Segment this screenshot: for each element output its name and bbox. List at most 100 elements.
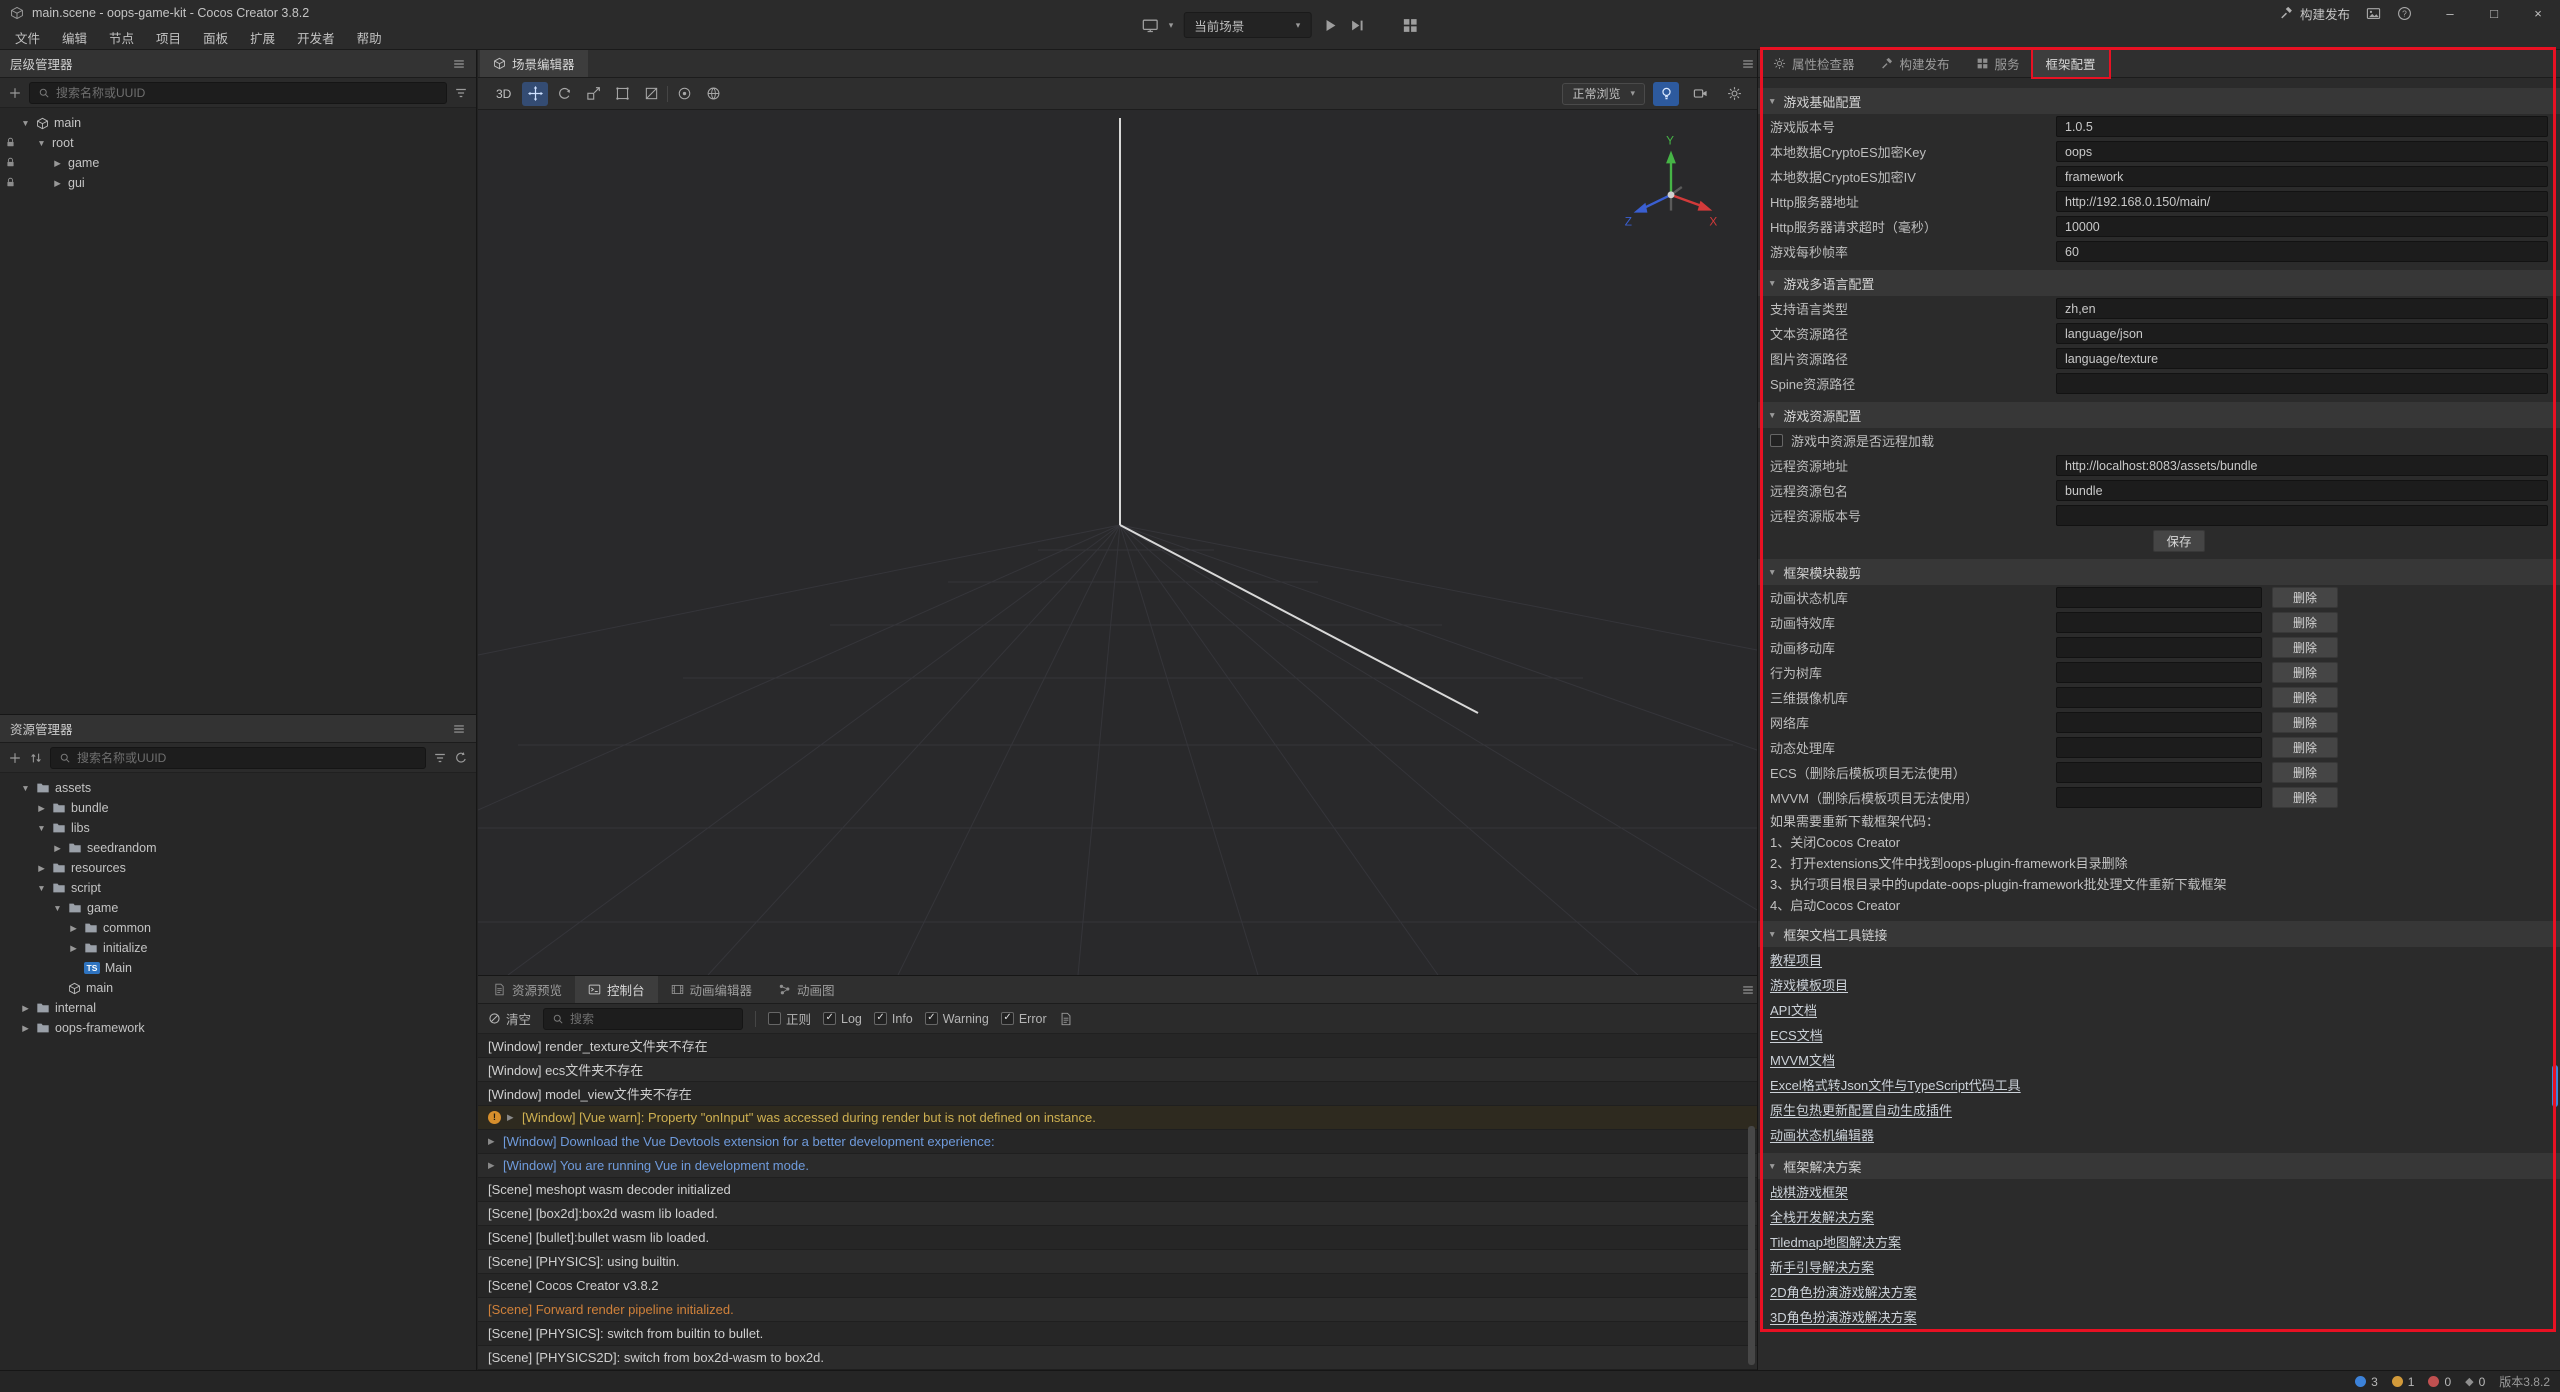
scene-settings-button[interactable] (1721, 82, 1747, 106)
hierarchy-search-input[interactable] (56, 86, 438, 100)
doc-link[interactable]: MVVM文档 (1770, 1050, 1835, 1069)
tab-build[interactable]: 构建发布 (1868, 50, 1963, 77)
property-input[interactable] (2056, 455, 2548, 476)
tree-item-root[interactable]: ▼root (0, 133, 476, 153)
expand-arrow[interactable]: ▶ (68, 923, 79, 934)
status-count-warning[interactable]: 1 (2392, 1375, 2415, 1389)
console-search[interactable] (543, 1008, 743, 1030)
scene-selector[interactable]: 当前场景 ▾ (1183, 12, 1311, 38)
tree-item-main[interactable]: main (0, 978, 476, 998)
menu-project[interactable]: 项目 (145, 26, 192, 49)
expand-arrow[interactable]: ▶ (488, 1160, 497, 1171)
device-caret-icon[interactable]: ▾ (1169, 20, 1174, 31)
collapse-logs-icon[interactable] (1059, 1012, 1073, 1026)
console-menu-icon[interactable] (1741, 983, 1755, 997)
delete-button[interactable]: 删除 (2272, 637, 2338, 658)
sort-icon[interactable] (29, 751, 43, 765)
hierarchy-menu-icon[interactable] (452, 57, 466, 71)
section-header[interactable]: ▼框架文档工具链接 (1758, 921, 2560, 947)
scene-menu-icon[interactable] (1741, 57, 1755, 71)
doc-link[interactable]: 教程项目 (1770, 950, 1822, 969)
tree-item-assets[interactable]: ▼assets (0, 778, 476, 798)
log-row[interactable]: ▶[Window] Download the Vue Devtools exte… (478, 1130, 1757, 1154)
filter-info[interactable]: Info (874, 1012, 913, 1026)
delete-button[interactable]: 删除 (2272, 612, 2338, 633)
delete-button[interactable]: 删除 (2272, 737, 2338, 758)
tree-item-libs[interactable]: ▼libs (0, 818, 476, 838)
doc-link[interactable]: ECS文档 (1770, 1025, 1823, 1044)
status-count-error[interactable]: 0 (2428, 1375, 2451, 1389)
screenshot-icon[interactable] (2366, 6, 2381, 21)
rotate-tool[interactable] (551, 82, 577, 106)
filter-log[interactable]: Log (823, 1012, 862, 1026)
property-input[interactable] (2056, 141, 2548, 162)
tree-item-seedrandom[interactable]: ▶seedrandom (0, 838, 476, 858)
expand-arrow[interactable]: ▼ (36, 823, 47, 833)
property-input[interactable] (2056, 373, 2548, 394)
expand-arrow[interactable]: ▶ (507, 1112, 516, 1123)
move-tool[interactable] (522, 82, 548, 106)
console-search-input[interactable] (570, 1012, 734, 1026)
assets-search-input[interactable] (77, 751, 417, 765)
tree-item-script[interactable]: ▼script (0, 878, 476, 898)
section-header[interactable]: ▼游戏基础配置 (1758, 88, 2560, 114)
property-input[interactable] (2056, 348, 2548, 369)
rect-tool[interactable] (609, 82, 635, 106)
menu-file[interactable]: 文件 (4, 26, 51, 49)
preview-device-icon[interactable] (1142, 17, 1159, 34)
console-scrollbar[interactable] (1748, 1126, 1755, 1365)
tab-animation-graph[interactable]: 动画图 (765, 976, 848, 1003)
log-row[interactable]: [Scene] [PHYSICS]: switch from builtin t… (478, 1322, 1757, 1346)
regex-toggle[interactable]: 正则 (768, 1009, 811, 1028)
transform-tool[interactable] (638, 82, 664, 106)
inspector-scrollbar[interactable] (2552, 1065, 2558, 1107)
expand-arrow[interactable]: ▼ (20, 118, 31, 128)
property-input[interactable] (2056, 191, 2548, 212)
expand-arrow[interactable]: ▼ (20, 783, 31, 793)
log-row[interactable]: [Scene] [box2d]:box2d wasm lib loaded. (478, 1202, 1757, 1226)
doc-link[interactable]: API文档 (1770, 1000, 1817, 1019)
minimize-button[interactable]: – (2428, 0, 2472, 26)
tree-item-gui[interactable]: ▶gui (0, 173, 476, 193)
filter-warning[interactable]: Warning (925, 1012, 989, 1026)
log-row[interactable]: [Window] render_texture文件夹不存在 (478, 1034, 1757, 1058)
build-publish-button[interactable]: 构建发布 (2280, 4, 2350, 23)
property-input[interactable] (2056, 323, 2548, 344)
menu-panel[interactable]: 面板 (192, 26, 239, 49)
tree-item-initialize[interactable]: ▶initialize (0, 938, 476, 958)
expand-arrow[interactable]: ▶ (52, 158, 63, 169)
layout-grid-icon[interactable] (1401, 17, 1418, 34)
tree-item-common[interactable]: ▶common (0, 918, 476, 938)
expand-arrow[interactable]: ▶ (68, 943, 79, 954)
tab-animation-editor[interactable]: 动画编辑器 (658, 976, 766, 1003)
lighting-toggle[interactable] (1653, 82, 1679, 106)
doc-link[interactable]: Tiledmap地图解决方案 (1770, 1232, 1901, 1251)
tab-assets-preview[interactable]: 资源预览 (480, 976, 575, 1003)
property-input[interactable] (2056, 166, 2548, 187)
property-input[interactable] (2056, 216, 2548, 237)
filter-icon[interactable] (454, 86, 468, 100)
property-input[interactable] (2056, 505, 2548, 526)
pivot-toggle[interactable] (671, 82, 697, 106)
expand-arrow[interactable]: ▼ (36, 138, 47, 148)
log-row[interactable]: ▶[Window] You are running Vue in develop… (478, 1154, 1757, 1178)
log-row[interactable]: [Scene] Forward render pipeline initiali… (478, 1298, 1757, 1322)
doc-link[interactable]: Excel格式转Json文件与TypeScript代码工具 (1770, 1075, 2021, 1094)
delete-button[interactable]: 删除 (2272, 712, 2338, 733)
log-row[interactable]: [Window] ecs文件夹不存在 (478, 1058, 1757, 1082)
add-node-icon[interactable] (8, 86, 22, 100)
dimension-toggle[interactable]: 3D (488, 83, 519, 105)
expand-arrow[interactable]: ▼ (36, 883, 47, 893)
view-mode-select[interactable]: 正常浏览 ▾ (1562, 83, 1645, 105)
tab-framework-config[interactable]: 框架配置 (2033, 50, 2109, 77)
log-row[interactable]: [Window] model_view文件夹不存在 (478, 1082, 1757, 1106)
delete-button[interactable]: 删除 (2272, 662, 2338, 683)
section-header[interactable]: ▼游戏资源配置 (1758, 402, 2560, 428)
property-input[interactable] (2056, 480, 2548, 501)
scene-viewport[interactable]: Y X Z (478, 110, 1757, 975)
doc-link[interactable]: 新手引导解决方案 (1770, 1257, 1874, 1276)
expand-arrow[interactable]: ▶ (20, 1023, 31, 1034)
coordinate-toggle[interactable] (700, 82, 726, 106)
section-header[interactable]: ▼游戏多语言配置 (1758, 270, 2560, 296)
section-header[interactable]: ▼框架解决方案 (1758, 1153, 2560, 1179)
